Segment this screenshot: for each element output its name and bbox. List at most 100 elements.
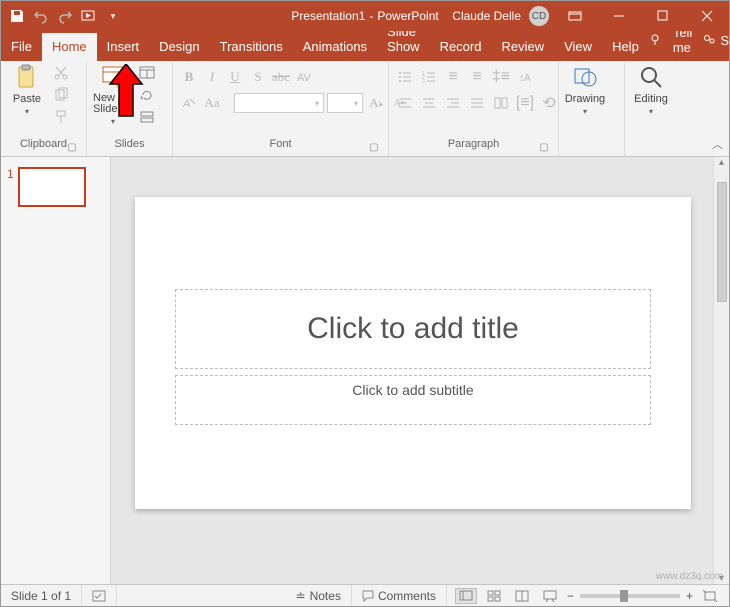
close-button[interactable] bbox=[689, 1, 725, 31]
font-family-combo[interactable]: ▾ bbox=[234, 93, 324, 113]
align-left-icon[interactable] bbox=[395, 93, 415, 113]
font-launcher-icon[interactable]: ▢ bbox=[368, 142, 380, 154]
tab-transitions[interactable]: Transitions bbox=[210, 33, 293, 61]
group-editing: Editing ▾ bbox=[625, 61, 687, 156]
tab-record[interactable]: Record bbox=[430, 33, 492, 61]
normal-view-icon[interactable] bbox=[455, 588, 477, 604]
slide-sorter-view-icon[interactable] bbox=[483, 588, 505, 604]
document-name: Presentation1 bbox=[291, 9, 365, 23]
group-font: B I U S abc AV A Aa ▾ ▾ A▴ A▾ Font▢ bbox=[173, 61, 389, 156]
italic-button[interactable]: I bbox=[202, 67, 222, 87]
chevron-down-icon: ▾ bbox=[25, 107, 29, 116]
notes-icon: ≐ bbox=[296, 589, 306, 603]
shadow-button[interactable]: S bbox=[248, 67, 268, 87]
copy-icon[interactable] bbox=[51, 85, 71, 105]
text-direction-icon[interactable]: ↕A bbox=[515, 67, 535, 87]
slideshow-view-icon[interactable] bbox=[539, 588, 561, 604]
align-text-icon[interactable]: [≡] bbox=[515, 93, 535, 113]
strikethrough-button[interactable]: abc bbox=[271, 67, 291, 87]
chevron-down-icon: ▾ bbox=[583, 107, 587, 116]
slide-counter[interactable]: Slide 1 of 1 bbox=[1, 585, 82, 606]
justify-icon[interactable] bbox=[467, 93, 487, 113]
group-editing-label bbox=[631, 138, 681, 156]
tab-help[interactable]: Help bbox=[602, 33, 649, 61]
save-icon[interactable] bbox=[9, 8, 25, 24]
workspace: 1 Click to add title Click to add subtit… bbox=[1, 157, 729, 584]
drawing-button[interactable]: Drawing ▾ bbox=[565, 63, 605, 116]
undo-icon[interactable] bbox=[33, 8, 49, 24]
format-painter-icon[interactable] bbox=[51, 107, 71, 127]
user-avatar[interactable]: CD bbox=[529, 6, 549, 26]
zoom-in-button[interactable]: + bbox=[686, 589, 693, 603]
quick-access-toolbar: ▾ bbox=[1, 8, 129, 24]
svg-text:A: A bbox=[182, 98, 190, 110]
zoom-slider[interactable] bbox=[580, 594, 680, 598]
tab-home[interactable]: Home bbox=[42, 33, 97, 61]
tab-design[interactable]: Design bbox=[149, 33, 209, 61]
slide-canvas-area: Click to add title Click to add subtitle… bbox=[111, 157, 729, 584]
increase-font-size-button[interactable]: A▴ bbox=[366, 93, 386, 113]
share-button[interactable]: Share bbox=[702, 33, 730, 48]
qat-dropdown-icon[interactable]: ▾ bbox=[105, 8, 121, 24]
ribbon-display-options-icon[interactable] bbox=[557, 1, 593, 31]
spellcheck-button[interactable] bbox=[82, 585, 117, 606]
columns-icon[interactable] bbox=[491, 93, 511, 113]
tab-file[interactable]: File bbox=[1, 33, 42, 61]
character-spacing-button[interactable]: AV bbox=[294, 67, 314, 87]
increase-indent-icon[interactable]: ≡ bbox=[467, 67, 487, 87]
thumbnail-1[interactable]: 1 bbox=[7, 167, 104, 207]
maximize-button[interactable] bbox=[645, 1, 681, 31]
notes-button[interactable]: ≐ Notes bbox=[286, 585, 352, 606]
paste-button[interactable]: Paste ▾ bbox=[7, 63, 47, 116]
scroll-up-icon[interactable]: ▴ bbox=[719, 157, 724, 168]
zoom-slider-handle[interactable] bbox=[620, 590, 628, 602]
thumbnail-number: 1 bbox=[7, 167, 14, 207]
slide-canvas[interactable]: Click to add title Click to add subtitle bbox=[135, 197, 691, 509]
paste-label: Paste bbox=[13, 93, 41, 105]
scrollbar-thumb[interactable] bbox=[717, 182, 727, 302]
group-font-label: Font bbox=[269, 138, 291, 150]
decrease-indent-icon[interactable]: ≡ bbox=[443, 67, 463, 87]
title-placeholder[interactable]: Click to add title bbox=[175, 289, 651, 369]
tab-view[interactable]: View bbox=[554, 33, 602, 61]
subtitle-placeholder[interactable]: Click to add subtitle bbox=[175, 375, 651, 425]
line-spacing-icon[interactable]: ‡≡ bbox=[491, 67, 511, 87]
cut-icon[interactable] bbox=[51, 63, 71, 83]
smartart-icon[interactable]: ⟲ bbox=[539, 93, 559, 113]
change-case-button[interactable]: Aa bbox=[202, 93, 222, 113]
start-from-beginning-icon[interactable] bbox=[81, 8, 97, 24]
tab-animations[interactable]: Animations bbox=[293, 33, 377, 61]
app-name: PowerPoint bbox=[377, 9, 438, 23]
align-center-icon[interactable] bbox=[419, 93, 439, 113]
tell-me-icon[interactable] bbox=[649, 33, 663, 47]
redo-icon[interactable] bbox=[57, 8, 73, 24]
font-size-combo[interactable]: ▾ bbox=[327, 93, 363, 113]
minimize-button[interactable] bbox=[601, 1, 637, 31]
fit-to-window-icon[interactable] bbox=[699, 588, 721, 604]
user-name[interactable]: Claude Delle bbox=[452, 9, 521, 23]
group-clipboard: Paste ▾ Clipboard▢ bbox=[1, 61, 87, 156]
comments-button[interactable]: Comments bbox=[352, 585, 447, 606]
thumbnail-preview bbox=[18, 167, 86, 207]
group-clipboard-label: Clipboard bbox=[20, 138, 67, 150]
paragraph-launcher-icon[interactable]: ▢ bbox=[538, 142, 550, 154]
group-paragraph: 123 ≡ ≡ ‡≡ ↕A [≡] ⟲ Paragraph▢ bbox=[389, 61, 559, 156]
clipboard-launcher-icon[interactable]: ▢ bbox=[66, 142, 78, 154]
reading-view-icon[interactable] bbox=[511, 588, 533, 604]
svg-text:AV: AV bbox=[297, 72, 311, 84]
zoom-out-button[interactable]: − bbox=[567, 589, 574, 603]
collapse-ribbon-icon[interactable]: ︿ bbox=[712, 136, 723, 152]
bold-button[interactable]: B bbox=[179, 67, 199, 87]
tab-insert[interactable]: Insert bbox=[97, 33, 150, 61]
window-title: Presentation1 - PowerPoint bbox=[291, 9, 438, 23]
clear-formatting-icon[interactable]: A bbox=[179, 93, 199, 113]
group-drawing: Drawing ▾ bbox=[559, 61, 625, 156]
numbering-icon[interactable]: 123 bbox=[419, 67, 439, 87]
vertical-scrollbar[interactable]: ▴ ▾ bbox=[713, 157, 729, 584]
underline-button[interactable]: U bbox=[225, 67, 245, 87]
comments-label: Comments bbox=[378, 589, 436, 603]
tab-review[interactable]: Review bbox=[491, 33, 554, 61]
bullets-icon[interactable] bbox=[395, 67, 415, 87]
align-right-icon[interactable] bbox=[443, 93, 463, 113]
editing-button[interactable]: Editing ▾ bbox=[631, 63, 671, 116]
